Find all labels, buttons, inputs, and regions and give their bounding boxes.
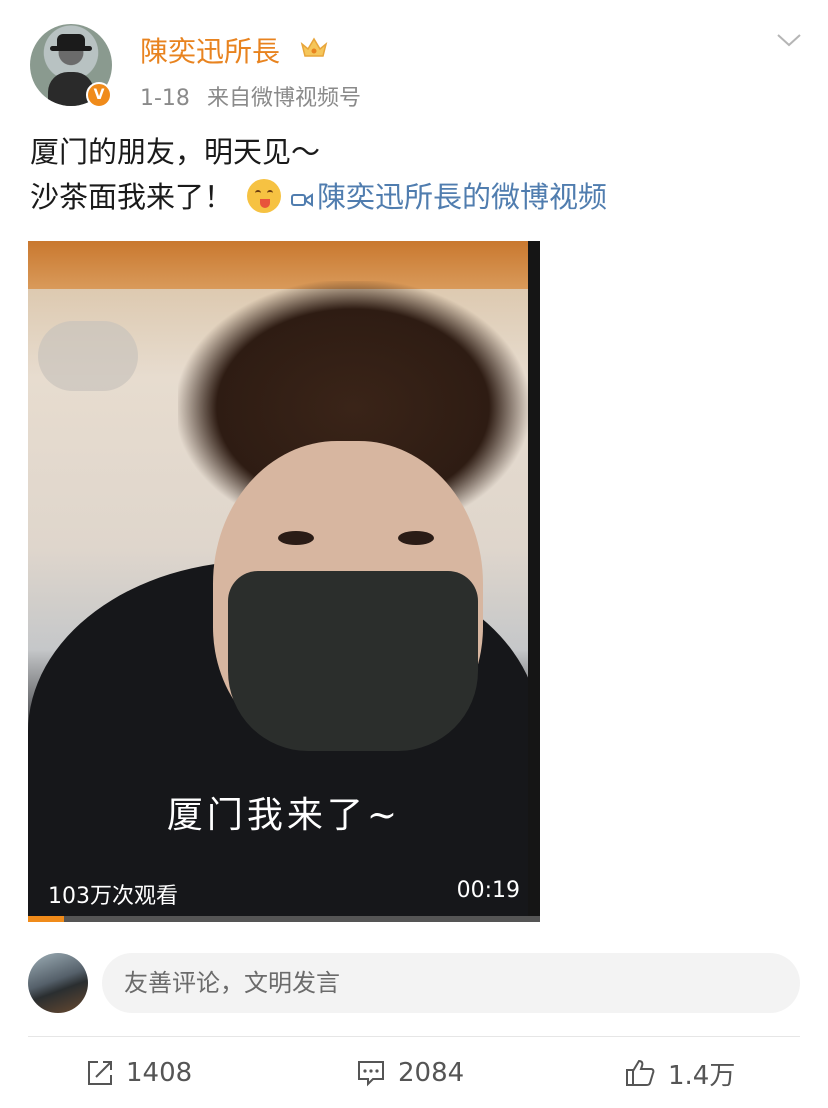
comment-button[interactable]: 2084 [356, 1048, 464, 1098]
username[interactable]: 陳奕迅所長 [140, 30, 280, 70]
repost-button[interactable]: 1408 [86, 1048, 192, 1098]
like-button[interactable]: 1.4万 [624, 1048, 735, 1098]
video-subtitle: 厦门我来了~ [166, 795, 402, 836]
comment-icon [358, 1061, 384, 1087]
verified-badge-icon: V [86, 82, 112, 108]
post-line-2-text: 沙茶面我来了！ [30, 180, 234, 214]
view-count: 103万次观看 [48, 884, 178, 909]
video-progress-fill [28, 916, 64, 922]
video-link[interactable]: 陳奕迅所長的微博视频 [291, 180, 607, 214]
chevron-down-icon[interactable] [774, 30, 804, 50]
post-line-1: 厦门的朋友，明天见～ [30, 135, 321, 169]
post-source[interactable]: 来自微博视频号 [207, 86, 361, 111]
post-time: 1-18 [140, 86, 190, 111]
comment-count: 2084 [398, 1058, 465, 1088]
yummy-face-icon [247, 179, 282, 213]
video-player[interactable]: 厦门我来了~ 103万次观看 00:19 [28, 241, 540, 922]
repost-count: 1408 [126, 1058, 193, 1088]
action-bar: 1408 2084 1.4万 [0, 1048, 828, 1098]
video-link-label: 陳奕迅所長的微博视频 [317, 180, 608, 214]
post-meta: 1-18 来自微博视频号 [140, 80, 371, 112]
comment-input[interactable]: 友善评论，文明发言 [102, 953, 800, 1013]
video-camera-icon [291, 193, 314, 207]
like-count: 1.4万 [668, 1060, 736, 1091]
post-header: V 陳奕迅所長 1-18 来自微博视频号 [0, 0, 828, 120]
video-duration: 00:19 [456, 878, 520, 903]
video-progress-bar[interactable] [28, 916, 540, 922]
my-avatar [28, 953, 88, 1013]
thumbs-up-icon [626, 1059, 655, 1086]
repost-icon [88, 1061, 112, 1085]
post-line-2: 沙茶面我来了！ 陳奕迅所長的微博视频 [30, 175, 607, 220]
post-text: 厦门的朋友，明天见～ 沙茶面我来了！ 陳奕迅所長的微博视频 [30, 130, 607, 220]
crown-icon [300, 37, 328, 57]
divider [28, 1036, 800, 1037]
